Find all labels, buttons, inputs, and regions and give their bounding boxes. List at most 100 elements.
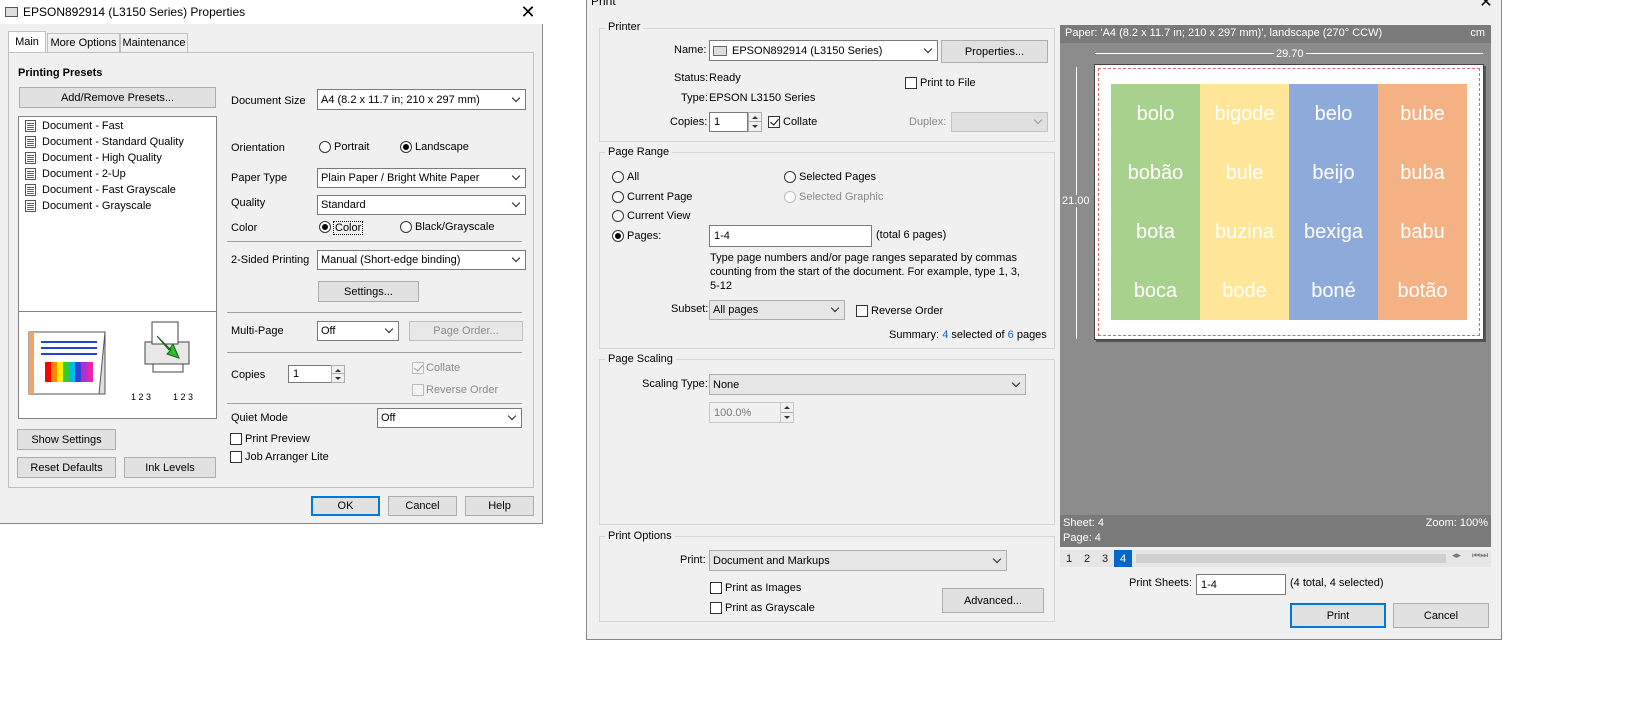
spin-up-icon[interactable] <box>332 366 344 374</box>
properties-button[interactable]: Properties... <box>941 40 1048 63</box>
list-item[interactable]: Document - 2-Up <box>25 168 126 180</box>
two-sided-select[interactable]: Manual (Short-edge binding) <box>317 250 526 270</box>
current-view-radio[interactable] <box>612 210 624 222</box>
print-to-file-label[interactable]: Print to File <box>920 77 976 89</box>
duplex-select[interactable] <box>951 112 1048 132</box>
print-as-images-label[interactable]: Print as Images <box>725 582 801 594</box>
copies-stepper[interactable] <box>748 112 762 132</box>
print-button[interactable]: Print <box>1290 603 1386 628</box>
ink-levels-button[interactable]: Ink Levels <box>124 457 216 478</box>
selected-pages-radio[interactable] <box>784 171 796 183</box>
portrait-label[interactable]: Portrait <box>334 141 369 153</box>
print-as-images-checkbox[interactable] <box>710 582 722 594</box>
portrait-radio[interactable] <box>319 141 331 153</box>
reverse-order-checkbox[interactable] <box>856 305 868 317</box>
show-settings-button[interactable]: Show Settings <box>17 429 116 450</box>
advanced-button[interactable]: Advanced... <box>942 588 1044 613</box>
cancel-button[interactable]: Cancel <box>1393 603 1489 628</box>
page-tab-3[interactable]: 3 <box>1096 550 1114 567</box>
printer-name-select[interactable]: EPSON892914 (L3150 Series) <box>709 40 938 61</box>
pages-input[interactable]: 1-4 <box>709 225 872 247</box>
print-preview-checkbox[interactable] <box>230 433 242 445</box>
page-order-button[interactable]: Page Order... <box>409 321 523 341</box>
pages-label[interactable]: Pages: <box>627 230 661 242</box>
color-option-label[interactable]: Color <box>333 221 364 235</box>
collate-checkbox[interactable] <box>412 362 424 374</box>
page-scrollbar[interactable] <box>1136 554 1446 563</box>
scaling-type-select[interactable]: None <box>709 374 1026 395</box>
tab-more-options[interactable]: More Options <box>47 33 120 52</box>
close-icon[interactable]: ✕ <box>1477 0 1495 12</box>
settings-button[interactable]: Settings... <box>318 281 419 302</box>
current-view-label[interactable]: Current View <box>627 210 690 222</box>
print-preview-label[interactable]: Print Preview <box>245 433 310 445</box>
settings-illustration: 1 2 3 1 2 3 <box>18 311 217 419</box>
add-remove-presets-button[interactable]: Add/Remove Presets... <box>19 87 216 108</box>
list-item[interactable]: Document - High Quality <box>25 152 162 164</box>
color-radio[interactable] <box>319 221 331 233</box>
multi-page-select[interactable]: Off <box>317 321 399 341</box>
tab-main[interactable]: Main <box>8 31 46 52</box>
scaling-percent-input[interactable]: 100.0% <box>709 402 781 423</box>
collate-label[interactable]: Collate <box>783 116 817 128</box>
list-item[interactable]: Document - Fast Grayscale <box>25 184 176 196</box>
selected-graphic-label[interactable]: Selected Graphic <box>799 191 883 203</box>
spin-down-icon[interactable] <box>749 122 761 131</box>
cancel-button[interactable]: Cancel <box>388 496 457 516</box>
scroll-prev-icon[interactable]: ◂▸ <box>1452 550 1461 561</box>
spin-up-icon[interactable] <box>749 113 761 122</box>
page-tab-1[interactable]: 1 <box>1060 550 1078 567</box>
page-tab-2[interactable]: 2 <box>1078 550 1096 567</box>
scaling-percent-stepper[interactable] <box>780 402 794 423</box>
current-page-radio[interactable] <box>612 191 624 203</box>
epson-properties-dialog: EPSON892914 (L3150 Series) Properties ✕ … <box>0 0 543 524</box>
preview-footer: Sheet: 4 Page: 4 Zoom: 100% <box>1060 515 1491 547</box>
reverse-order-label[interactable]: Reverse Order <box>871 305 943 317</box>
all-label[interactable]: All <box>627 171 639 183</box>
reverse-order-checkbox[interactable] <box>412 384 424 396</box>
ok-button[interactable]: OK <box>311 496 380 516</box>
landscape-radio[interactable] <box>400 141 412 153</box>
close-icon[interactable]: ✕ <box>518 2 538 22</box>
print-as-grayscale-label[interactable]: Print as Grayscale <box>725 602 815 614</box>
quiet-mode-select[interactable]: Off <box>377 408 522 428</box>
black-grayscale-radio[interactable] <box>400 221 412 233</box>
print-sheets-input[interactable]: 1-4 <box>1196 574 1286 595</box>
paper-type-select[interactable]: Plain Paper / Bright White Paper <box>317 168 526 188</box>
selected-graphic-radio[interactable] <box>784 191 796 203</box>
all-radio[interactable] <box>612 171 624 183</box>
list-item[interactable]: Document - Standard Quality <box>25 136 184 148</box>
print-as-grayscale-checkbox[interactable] <box>710 602 722 614</box>
copies-input[interactable]: 1 <box>288 365 332 383</box>
presets-list[interactable]: Document - Fast Document - Standard Qual… <box>18 116 217 312</box>
landscape-label[interactable]: Landscape <box>415 141 469 153</box>
quality-select[interactable]: Standard <box>317 195 526 215</box>
selected-pages-label[interactable]: Selected Pages <box>799 171 876 183</box>
spin-up-icon[interactable] <box>781 403 793 413</box>
page-tab-4[interactable]: 4 <box>1114 550 1132 567</box>
preview-panel: Paper: 'A4 (8.2 x 11.7 in; 210 x 297 mm)… <box>1060 25 1491 547</box>
scroll-end-icon[interactable]: ⏮⏭ <box>1472 550 1488 561</box>
chevron-down-icon <box>385 325 394 334</box>
black-grayscale-label[interactable]: Black/Grayscale <box>415 221 494 233</box>
collate-checkbox[interactable] <box>768 116 780 128</box>
document-icon <box>25 184 36 196</box>
copies-stepper[interactable] <box>331 365 345 383</box>
copies-input[interactable]: 1 <box>709 112 748 132</box>
spin-down-icon[interactable] <box>781 413 793 423</box>
job-arranger-label[interactable]: Job Arranger Lite <box>245 451 329 463</box>
grid-word: boca <box>1133 280 1178 302</box>
list-item[interactable]: Document - Grayscale <box>25 200 151 212</box>
print-to-file-checkbox[interactable] <box>905 77 917 89</box>
document-size-select[interactable]: A4 (8.2 x 11.7 in; 210 x 297 mm) <box>317 89 526 110</box>
subset-select[interactable]: All pages <box>709 300 845 320</box>
pages-radio[interactable] <box>612 230 624 242</box>
job-arranger-checkbox[interactable] <box>230 451 242 463</box>
help-button[interactable]: Help <box>465 496 534 516</box>
reset-defaults-button[interactable]: Reset Defaults <box>17 457 116 478</box>
spin-down-icon[interactable] <box>332 374 344 382</box>
current-page-label[interactable]: Current Page <box>627 191 692 203</box>
list-item[interactable]: Document - Fast <box>25 120 123 132</box>
print-what-select[interactable]: Document and Markups <box>709 550 1007 571</box>
tab-maintenance[interactable]: Maintenance <box>120 33 188 52</box>
